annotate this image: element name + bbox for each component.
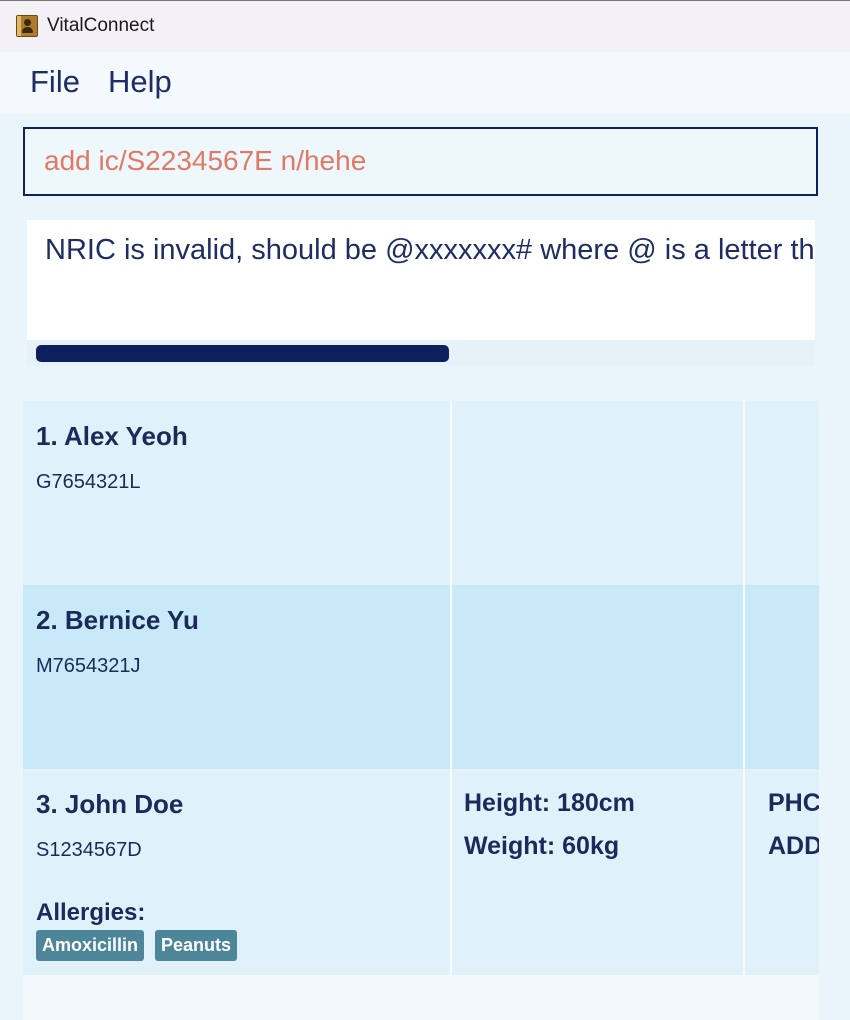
list-item[interactable]: 1. Alex Yeoh G7654321L (23, 401, 819, 585)
person-name: 3. John Doe (36, 789, 184, 819)
person-weight: Weight: 60kg (464, 832, 620, 860)
address-book-icon (16, 15, 38, 37)
result-message: NRIC is invalid, should be @xxxxxxx# whe… (45, 234, 815, 266)
list-item[interactable]: 2. Bernice Yu M7654321J (23, 585, 819, 769)
menu-help[interactable]: Help (108, 64, 172, 100)
result-scrollbar[interactable] (27, 340, 815, 366)
person-list[interactable]: 1. Alex Yeoh G7654321L 2. Bernice Yu M76… (23, 401, 819, 1020)
list-item[interactable]: 3. John Doe S1234567D Height: 180cm Weig… (23, 769, 819, 975)
allergy-tag: Peanuts (155, 930, 238, 961)
menu-file[interactable]: File (30, 64, 80, 100)
person-nric: M7654321J (36, 655, 141, 677)
person-nric: G7654321L (36, 471, 141, 493)
column-divider (450, 769, 452, 975)
person-name: 2. Bernice Yu (36, 605, 199, 635)
result-scrollbar-thumb[interactable] (36, 345, 449, 362)
person-height: Height: 180cm (464, 789, 635, 817)
person-phone-label: PHC (768, 789, 819, 817)
title-bar: VitalConnect (0, 0, 850, 52)
person-address-label: ADD (768, 832, 819, 860)
result-display: NRIC is invalid, should be @xxxxxxx# whe… (27, 220, 815, 340)
column-divider (743, 401, 745, 585)
column-divider (450, 585, 452, 769)
person-nric: S1234567D (36, 839, 142, 861)
command-box[interactable]: add ic/S2234567E n/hehe (23, 127, 818, 196)
column-divider (743, 585, 745, 769)
menu-bar: File Help (0, 52, 850, 114)
window-title: VitalConnect (47, 15, 155, 36)
column-divider (743, 769, 745, 975)
allergy-tag: Amoxicillin (36, 930, 145, 961)
column-divider (450, 401, 452, 585)
person-name: 1. Alex Yeoh (36, 421, 188, 451)
allergies-label: Allergies: (36, 899, 146, 926)
command-input[interactable]: add ic/S2234567E n/hehe (44, 145, 366, 177)
